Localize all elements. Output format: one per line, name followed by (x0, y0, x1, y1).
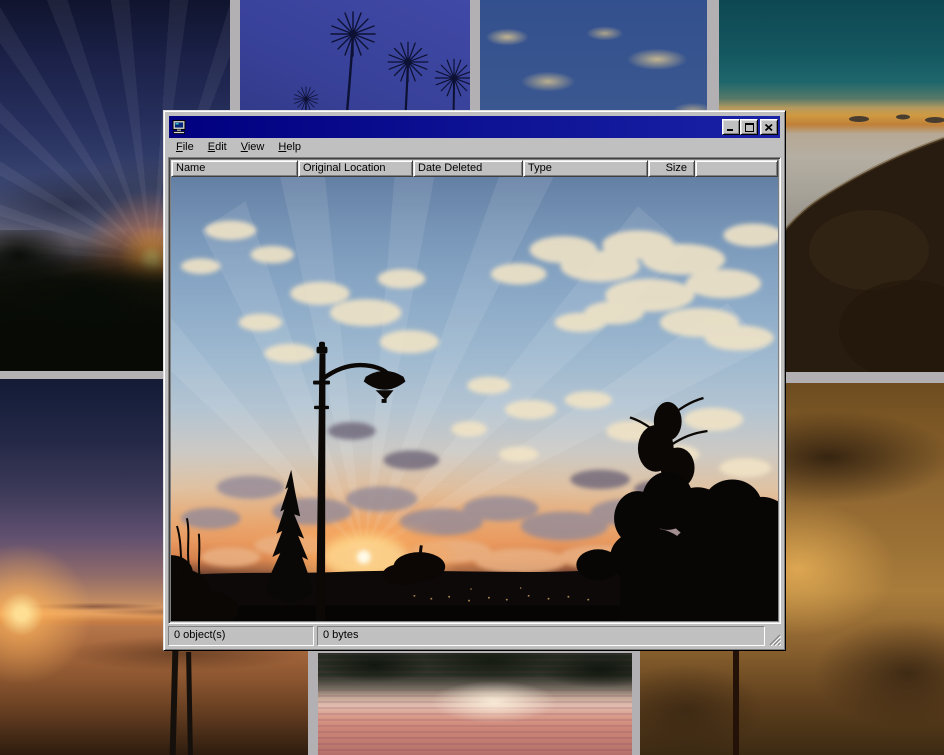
status-bar: 0 object(s) 0 bytes (168, 626, 781, 646)
column-header-date-deleted[interactable]: Date Deleted (413, 160, 523, 177)
resize-grip[interactable] (768, 633, 781, 646)
computer-icon[interactable] (171, 119, 187, 135)
island-silhouettes (763, 115, 944, 124)
minimize-button[interactable] (722, 119, 740, 135)
recycle-bin-window: File Edit View Help Name Original Locati… (163, 110, 786, 651)
menu-file[interactable]: File (169, 140, 201, 155)
column-header-row: Name Original Location Date Deleted Type… (171, 160, 778, 177)
left-bush-silhouette (171, 518, 239, 621)
water-pole (186, 652, 193, 755)
status-size: 0 bytes (317, 626, 765, 646)
menubar: File Edit View Help (168, 138, 781, 156)
maximize-icon (745, 123, 754, 132)
maximize-button[interactable] (740, 119, 758, 135)
close-icon (765, 124, 773, 131)
wallpaper-tile-reflection (318, 653, 632, 755)
column-header-type[interactable]: Type (523, 160, 648, 177)
column-header-blank[interactable] (695, 160, 778, 177)
column-header-size[interactable]: Size (648, 160, 695, 177)
menu-view[interactable]: View (234, 140, 272, 155)
desktop: File Edit View Help Name Original Locati… (0, 0, 944, 755)
column-header-original-location[interactable]: Original Location (298, 160, 413, 177)
status-object-count: 0 object(s) (168, 626, 314, 646)
close-button[interactable] (760, 119, 778, 135)
column-header-name[interactable]: Name (171, 160, 298, 177)
menu-edit[interactable]: Edit (201, 140, 234, 155)
minimize-icon (727, 123, 735, 131)
list-viewport-sunset-photo[interactable] (171, 177, 778, 621)
plant-stem (733, 651, 739, 755)
details-list-view: Name Original Location Date Deleted Type… (168, 157, 781, 624)
menu-help[interactable]: Help (271, 140, 308, 155)
titlebar[interactable] (169, 116, 780, 138)
water-pole (170, 650, 179, 755)
